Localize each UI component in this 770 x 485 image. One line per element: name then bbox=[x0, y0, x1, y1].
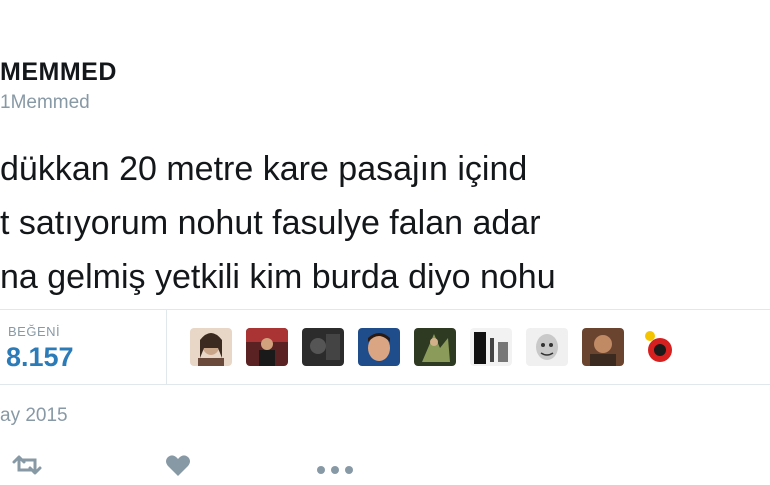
author-handle[interactable]: 1Memmed bbox=[0, 92, 90, 114]
liker-avatar-8[interactable] bbox=[582, 328, 624, 366]
liker-avatar-4[interactable] bbox=[358, 328, 400, 366]
liker-avatar-9[interactable] bbox=[638, 328, 680, 366]
likes-count: 8.157 bbox=[6, 342, 74, 372]
liker-avatar-2[interactable] bbox=[246, 328, 288, 366]
tweet-text-line: dükkan 20 metre kare pasajın içind bbox=[0, 150, 528, 188]
heart-icon[interactable] bbox=[164, 454, 192, 483]
liker-avatar-6[interactable] bbox=[470, 328, 512, 366]
tweet-card: MEMMED 1Memmed dükkan 20 metre kare pasa… bbox=[0, 0, 770, 485]
tweet-date[interactable]: ay 2015 bbox=[0, 405, 68, 427]
more-dots-icon[interactable] bbox=[316, 462, 354, 480]
likes-label: BEĞENİ bbox=[8, 324, 61, 339]
author-name[interactable]: MEMMED bbox=[0, 58, 117, 87]
likes-stat[interactable]: BEĞENİ 8.157 bbox=[0, 310, 167, 384]
tweet-stats: BEĞENİ 8.157 bbox=[0, 309, 770, 385]
liker-avatar-5[interactable] bbox=[414, 328, 456, 366]
liker-avatar-3[interactable] bbox=[302, 328, 344, 366]
tweet-text: dükkan 20 metre kare pasajın içind t sat… bbox=[0, 142, 556, 304]
retweet-icon[interactable] bbox=[10, 454, 44, 481]
tweet-text-line: t satıyorum nohut fasulye falan adar bbox=[0, 204, 541, 242]
liker-avatar-7[interactable] bbox=[526, 328, 568, 366]
tweet-actions bbox=[0, 450, 770, 485]
tweet-text-line: na gelmiş yetkili kim burda diyo nohu bbox=[0, 258, 556, 296]
liker-avatar-1[interactable] bbox=[190, 328, 232, 366]
